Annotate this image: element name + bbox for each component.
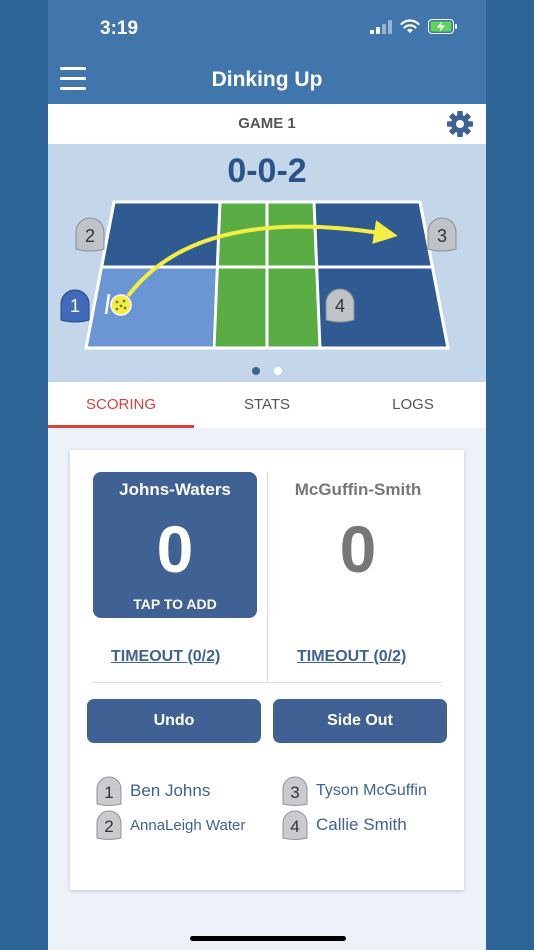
battery-charging-icon: [428, 19, 457, 34]
cellular-signal-icon: [370, 19, 392, 34]
gear-icon[interactable]: [446, 110, 474, 138]
player-badge-number: 3: [290, 783, 299, 802]
player-badge-icon: 3: [282, 776, 308, 806]
pickleball-icon: [110, 294, 132, 316]
tab-bar: SCORING STATS LOGS: [48, 382, 486, 428]
nav-bar: Dinking Up: [48, 58, 486, 104]
player-marker-1-label: 1: [70, 296, 80, 316]
player-row-1: 1 Ben Johns: [96, 776, 210, 806]
player-marker-4-label: 4: [335, 296, 345, 316]
score-call: 0-0-2: [227, 152, 307, 190]
page-dot[interactable]: [274, 367, 283, 375]
status-icons: [370, 19, 458, 34]
game-title: GAME 1: [238, 115, 296, 132]
timeout-link-left[interactable]: TIMEOUT (0/2): [111, 648, 220, 666]
tap-to-add-label: TAP TO ADD: [133, 596, 217, 612]
player-row-4: 4 Callie Smith: [282, 810, 407, 840]
page-indicator[interactable]: [48, 362, 486, 380]
player-badge-icon: 4: [282, 810, 308, 840]
undo-button[interactable]: Undo: [87, 699, 261, 743]
tab-logs[interactable]: LOGS: [340, 382, 486, 428]
team-score-button-left[interactable]: Johns-Waters 0 TAP TO ADD: [93, 472, 257, 618]
court-area: 1 2 3 4 0-0-2: [48, 144, 486, 382]
player-marker-4[interactable]: 4: [325, 288, 355, 323]
serving-box: [86, 267, 216, 348]
app-screen: 3:19 Dinking Up GAME 1 1 2 3 4 0-0-2 SCO…: [48, 0, 486, 950]
tab-scoring[interactable]: SCORING: [48, 382, 194, 428]
player-badge-number: 2: [104, 817, 113, 836]
team-score-left: 0: [156, 512, 194, 586]
tab-stats[interactable]: STATS: [194, 382, 340, 428]
side-out-button[interactable]: Side Out: [273, 699, 447, 743]
player-badge-icon: 1: [96, 776, 122, 806]
player-marker-1[interactable]: 1: [60, 289, 90, 323]
status-time: 3:19: [100, 18, 139, 39]
player-row-2: 2 AnnaLeigh Water: [96, 810, 245, 840]
divider-vertical: [267, 472, 268, 682]
game-header: GAME 1: [48, 104, 486, 144]
player-marker-2[interactable]: 2: [75, 217, 105, 252]
player-marker-3[interactable]: 3: [427, 217, 457, 252]
player-name: AnnaLeigh Water: [130, 816, 246, 834]
player-badge-icon: 2: [96, 810, 122, 840]
page-dot-active[interactable]: [251, 367, 260, 375]
player-row-3: 3 Tyson McGuffin: [282, 776, 427, 806]
scoring-card: Johns-Waters 0 TAP TO ADD McGuffin-Smith…: [70, 450, 464, 890]
player-name: Tyson McGuffin: [316, 782, 427, 799]
team-name-right: McGuffin-Smith: [294, 480, 422, 499]
player-badge-number: 1: [104, 783, 113, 802]
player-marker-3-label: 3: [437, 226, 447, 246]
team-name-left: Johns-Waters: [119, 480, 231, 499]
status-bar: 3:19: [48, 0, 486, 58]
team-score-right: McGuffin-Smith 0: [276, 472, 440, 618]
timeout-link-right[interactable]: TIMEOUT (0/2): [297, 648, 406, 666]
app-title: Dinking Up: [211, 68, 323, 91]
player-marker-2-label: 2: [85, 226, 95, 246]
player-badge-number: 4: [290, 817, 299, 836]
wifi-icon: [400, 19, 420, 33]
divider-horizontal: [92, 682, 442, 683]
player-name: Ben Johns: [130, 781, 211, 800]
team-score-right-value: 0: [339, 512, 377, 586]
home-indicator[interactable]: [190, 936, 346, 941]
player-name: Callie Smith: [316, 815, 407, 834]
